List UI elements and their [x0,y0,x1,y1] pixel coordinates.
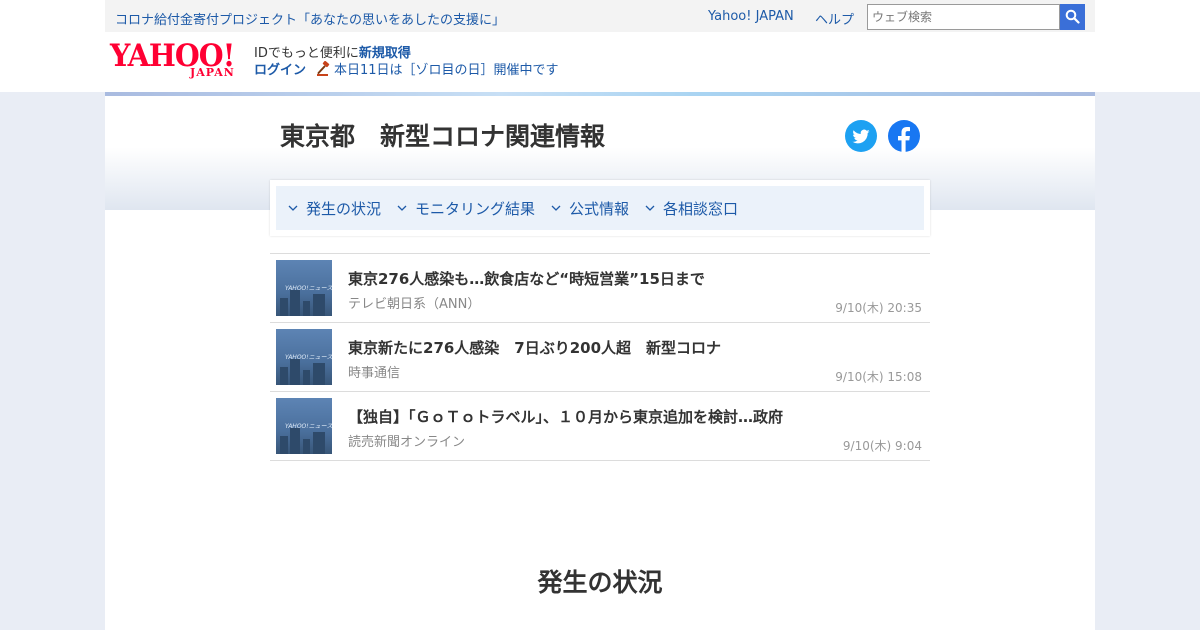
twitter-share-button[interactable] [845,120,877,152]
news-thumbnail: YAHOO!ニュース [276,260,332,316]
chevron-down-icon [288,205,298,211]
news-time: 9/10(木) 9:04 [842,439,922,453]
facebook-icon [888,120,920,152]
news-item[interactable]: YAHOO!ニュース 東京276人感染も…飲食店など“時短営業”15日まで テレ… [270,254,930,323]
magnifier-icon [1065,9,1080,24]
section-nav: 発生の状況 モニタリング結果 公式情報 各相談窓口 [270,180,930,236]
promo-link[interactable]: コロナ給付金寄付プロジェクト「あなたの思いをあしたの支援に」 [115,9,505,28]
nav-item-label: 公式情報 [569,199,630,218]
chevron-down-icon [551,205,561,211]
section-nav-inner: 発生の状況 モニタリング結果 公式情報 各相談窓口 [276,186,924,230]
search-input[interactable] [867,4,1060,30]
news-list: YAHOO!ニュース 東京276人感染も…飲食店など“時短営業”15日まで テレ… [270,253,930,461]
chevron-down-icon [397,205,407,211]
nav-item-label: 各相談窓口 [663,199,739,218]
login-link[interactable]: ログイン [254,59,306,78]
chevron-down-icon [645,205,655,211]
news-time: 9/10(木) 20:35 [835,301,922,315]
help-link[interactable]: ヘルプ [815,9,854,28]
page-title: 東京都 新型コロナ関連情報 [280,122,606,151]
news-thumbnail: YAHOO!ニュース [276,398,332,454]
news-title: 【独自】「ＧｏＴｏトラベル」、１０月から東京追加を検討…政府 [348,408,784,426]
twitter-icon [845,120,877,152]
nav-item-label: 発生の状況 [306,199,382,218]
facebook-share-button[interactable] [888,120,920,152]
news-time: 9/10(木) 15:08 [835,370,922,384]
top-bar: コロナ給付金寄付プロジェクト「あなたの思いをあしたの支援に」 Yahoo! JA… [0,0,1200,32]
news-title: 東京新たに276人感染 7日ぶり200人超 新型コロナ [348,339,722,357]
news-source: テレビ朝日系（ANN） [348,297,481,312]
site-header: YAHOO! JAPAN IDでもっと便利に新規取得 ログイン 本日11日は［ゾ… [0,32,1200,92]
news-title: 東京276人感染も…飲食店など“時短営業”15日まで [348,270,705,288]
zorome-link[interactable]: 本日11日は［ゾロ目の日］開催中です [316,59,559,78]
news-item[interactable]: YAHOO!ニュース 東京新たに276人感染 7日ぶり200人超 新型コロナ 時… [270,323,930,392]
nav-item-official-info[interactable]: 公式情報 [551,198,629,219]
yahoo-japan-link[interactable]: Yahoo! JAPAN [708,9,794,24]
yahoo-japan-logo[interactable]: YAHOO! JAPAN [110,41,245,82]
nav-item-occurrence[interactable]: 発生の状況 [288,198,381,219]
news-item[interactable]: YAHOO!ニュース 【独自】「ＧｏＴｏトラベル」、１０月から東京追加を検討…政… [270,392,930,461]
zorome-text: 本日11日は［ゾロ目の日］開催中です [334,63,559,78]
nav-item-consultation[interactable]: 各相談窓口 [645,198,738,219]
news-thumbnail: YAHOO!ニュース [276,329,332,385]
news-source: 読売新聞オンライン [348,435,466,450]
section-title-occurrence: 発生の状況 [537,568,663,597]
search-button[interactable] [1060,4,1085,30]
nav-item-monitoring[interactable]: モニタリング結果 [397,198,535,219]
news-source: 時事通信 [348,366,401,381]
nav-item-label: モニタリング結果 [415,199,536,218]
logo-sub-text: JAPAN [190,66,235,79]
gavel-icon [317,60,330,76]
top-bar-inner: コロナ給付金寄付プロジェクト「あなたの思いをあしたの支援に」 Yahoo! JA… [105,0,1095,32]
